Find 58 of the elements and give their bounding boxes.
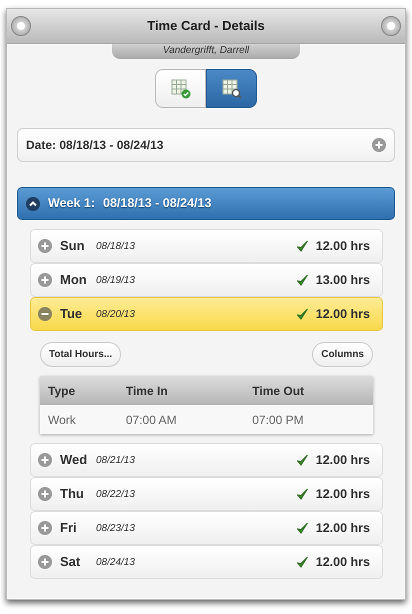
week-header[interactable]: Week 1: 08/18/13 - 08/24/13 [17,187,395,220]
day-hours: 12.00 hrs [316,520,370,537]
day-hours: 12.00 hrs [316,554,370,571]
options-button[interactable] [381,16,401,36]
collapse-icon [26,196,40,210]
column-header: Time Out [244,376,373,405]
minus-icon [38,307,52,321]
columns-button[interactable]: Columns [312,342,373,367]
day-hours: 12.00 hrs [316,306,370,323]
day-name: Mon [60,271,88,290]
day-date: 08/22/13 [96,488,135,502]
day-name: Tue [60,305,84,324]
plus-icon [38,239,52,253]
day-row[interactable]: Wed 08/21/13 12.00 hrs [30,443,383,477]
table-cell: Work [40,405,118,434]
day-row[interactable]: Sat 08/24/13 12.00 hrs [30,545,383,579]
table-cell: 07:00 PM [244,405,373,434]
date-range-label: Date: 08/18/13 - 08/24/13 [26,137,164,154]
day-row[interactable]: Thu 08/22/13 12.00 hrs [30,477,383,511]
view-tab[interactable] [206,69,257,108]
day-name: Fri [60,519,78,538]
plus-icon [372,138,386,152]
plus-icon [38,273,52,287]
window-title: Time Card - Details [147,17,265,36]
home-button[interactable] [11,16,31,36]
day-name: Thu [60,485,85,504]
day-date: 08/23/13 [96,522,135,536]
plus-icon [38,453,52,467]
grid-search-icon [222,78,242,98]
week-label: Week 1: [48,195,96,212]
table-cell: 07:00 AM [118,405,244,434]
day-date: 08/21/13 [96,454,135,468]
column-header: Time In [118,376,244,405]
date-range-bar[interactable]: Date: 08/18/13 - 08/24/13 [17,128,395,162]
day-date: 08/24/13 [96,556,135,570]
day-row[interactable]: Fri 08/23/13 12.00 hrs [30,511,383,545]
day-name: Wed [60,451,88,470]
day-hours: 12.00 hrs [316,452,370,469]
day-date: 08/19/13 [96,274,135,288]
day-date: 08/20/13 [96,308,135,322]
day-hours: 12.00 hrs [316,486,370,503]
day-date: 08/18/13 [96,240,135,254]
day-name: Sat [60,553,82,572]
day-hours: 12.00 hrs [316,238,370,255]
plus-icon [38,487,52,501]
day-row[interactable]: Mon 08/19/13 13.00 hrs [30,263,383,297]
day-row[interactable]: Tue 08/20/13 12.00 hrs [30,297,383,331]
day-name: Sun [60,237,86,256]
total-hours-button[interactable]: Total Hours... [40,342,122,367]
week-range: 08/18/13 - 08/24/13 [103,195,212,212]
day-hours: 13.00 hrs [316,272,370,289]
grid-check-icon [170,78,190,98]
employee-name: Vandergrifft, Darrell [112,44,300,59]
column-header: Type [40,376,118,405]
plus-icon [38,555,52,569]
view-tab[interactable] [155,69,206,108]
plus-icon [38,521,52,535]
day-row[interactable]: Sun 08/18/13 12.00 hrs [30,229,383,263]
